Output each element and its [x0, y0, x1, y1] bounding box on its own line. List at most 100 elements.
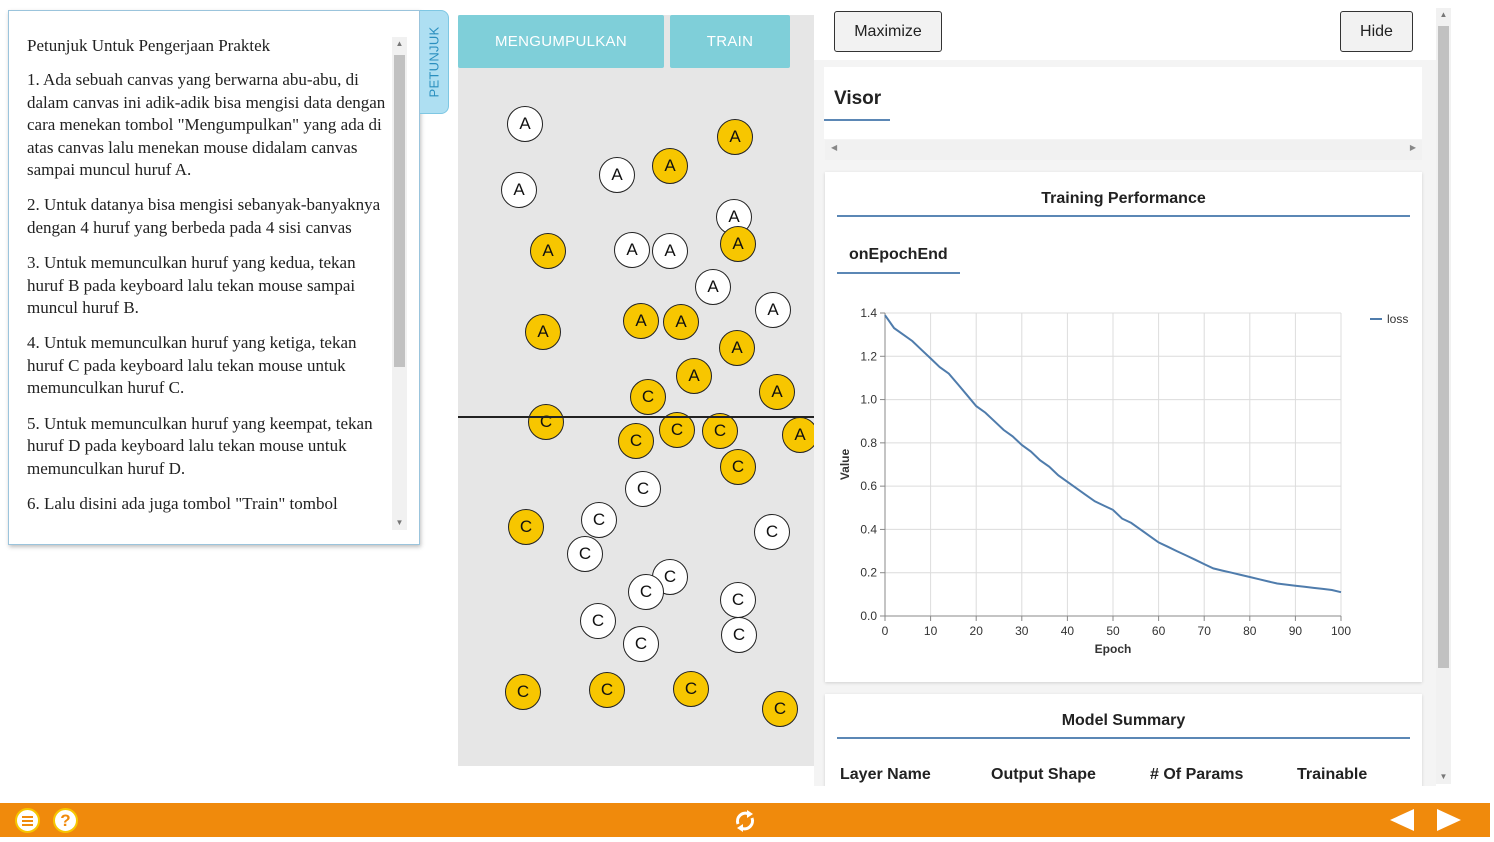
instructions-title: Petunjuk Untuk Pengerjaan Praktek — [27, 36, 271, 55]
scroll-up-icon[interactable]: ▲ — [392, 37, 407, 51]
data-point: C — [505, 674, 541, 710]
visor-toolbar: Maximize Hide — [814, 5, 1436, 60]
scrollbar-thumb[interactable] — [394, 55, 405, 367]
data-point: A — [755, 292, 791, 328]
scroll-left-icon[interactable]: ◀ — [831, 143, 837, 152]
instructions-text: Petunjuk Untuk Pengerjaan Praktek 1. Ada… — [27, 35, 389, 537]
data-point: C — [762, 691, 798, 727]
data-point: A — [652, 148, 688, 184]
maximize-button[interactable]: Maximize — [834, 11, 942, 52]
data-point: A — [782, 417, 814, 453]
data-point: C — [508, 509, 544, 545]
visor-panel: Maximize Hide Visor ◀ ▶ Training Perform… — [814, 5, 1436, 786]
training-card-title: Training Performance — [1041, 190, 1206, 207]
y-tick-label: 0.8 — [860, 436, 877, 450]
data-point: C — [618, 423, 654, 459]
scroll-down-icon[interactable]: ▼ — [1436, 770, 1451, 784]
loss-chart: 0 10 20 30 40 50 60 70 80 90 100 0.0 0.2 0.4 0.6 0.8 1.0… — [838, 306, 1408, 656]
instructions-panel: Petunjuk Untuk Pengerjaan Praktek 1. Ada… — [8, 10, 420, 545]
x-tick-label: 90 — [1289, 624, 1303, 638]
x-tick-label: 100 — [1331, 624, 1351, 638]
data-point: C — [581, 502, 617, 538]
card-title-rule — [837, 215, 1410, 217]
scroll-right-icon[interactable]: ▶ — [1410, 143, 1416, 152]
visor-tab-bar: Visor — [824, 67, 1422, 139]
y-tick-label: 1.0 — [860, 393, 877, 407]
data-point: C — [754, 514, 790, 550]
x-tick-label: 80 — [1243, 624, 1257, 638]
train-button[interactable]: TRAIN — [670, 15, 790, 68]
x-tick-label: 60 — [1152, 624, 1166, 638]
y-tick-label: 1.2 — [860, 349, 877, 363]
tab-onepochend[interactable]: onEpochEnd — [849, 246, 948, 264]
instruction-step: 1. Ada sebuah canvas yang berwarna abu-a… — [27, 70, 386, 180]
x-tick-label: 0 — [882, 624, 889, 638]
tab-visor[interactable]: Visor — [834, 88, 881, 110]
x-axis-label: Epoch — [1095, 642, 1132, 656]
help-button[interactable]: ? — [53, 808, 78, 833]
x-tick-label: 70 — [1198, 624, 1212, 638]
data-point: C — [721, 617, 757, 653]
x-tick-label: 40 — [1061, 624, 1075, 638]
x-tick-label: 10 — [924, 624, 938, 638]
scrollbar-thumb[interactable] — [1438, 26, 1449, 668]
data-point: C — [623, 626, 659, 662]
data-point: A — [501, 172, 537, 208]
instruction-step: 3. Untuk memunculkan huruf yang kedua, t… — [27, 253, 356, 318]
data-point: C — [625, 471, 661, 507]
help-icon: ? — [60, 810, 71, 830]
y-tick-label: 0.2 — [860, 566, 877, 580]
data-point: C — [528, 404, 564, 440]
data-point: A — [623, 303, 659, 339]
data-point: A — [695, 269, 731, 305]
data-point: C — [720, 449, 756, 485]
data-point: A — [720, 226, 756, 262]
column-header-trainable: Trainable — [1297, 766, 1368, 783]
menu-button[interactable] — [15, 808, 40, 833]
data-point: C — [702, 413, 738, 449]
data-point: A — [507, 106, 543, 142]
column-header-layer-name: Layer Name — [840, 766, 931, 783]
data-point: A — [652, 233, 688, 269]
card-title-rule — [837, 737, 1410, 739]
x-tick-label: 50 — [1106, 624, 1120, 638]
data-point: A — [676, 358, 712, 394]
hide-button[interactable]: Hide — [1340, 11, 1413, 52]
tab-onepochend-underline — [837, 272, 960, 274]
data-point: A — [599, 157, 635, 193]
collect-button[interactable]: MENGUMPULKAN — [458, 15, 664, 68]
instruction-step: 2. Untuk datanya bisa mengisi sebanyak-b… — [27, 195, 381, 237]
instruction-step: 4. Untuk memunculkan huruf yang ketiga, … — [27, 333, 357, 398]
instructions-scrollbar[interactable]: ▲ ▼ — [392, 37, 407, 530]
menu-icon — [22, 815, 33, 826]
data-point: A — [759, 374, 795, 410]
data-point: A — [530, 233, 566, 269]
scroll-down-icon[interactable]: ▼ — [392, 516, 407, 530]
reload-icon[interactable] — [732, 808, 758, 834]
data-point: C — [630, 379, 666, 415]
instructions-tab[interactable]: PETUNJUK — [420, 10, 449, 114]
x-tick-label: 20 — [970, 624, 984, 638]
data-point: C — [567, 536, 603, 572]
y-axis-label: Value — [838, 449, 852, 481]
y-tick-label: 0.6 — [860, 479, 877, 493]
column-header-output-shape: Output Shape — [991, 766, 1096, 783]
y-tick-label: 0.0 — [860, 609, 877, 623]
data-canvas[interactable]: AAAAAAAAAAAAAAAAAAACCCCCCCCCCCCCCCCCCCCC — [458, 15, 814, 766]
visor-vertical-scrollbar[interactable]: ▲ ▼ — [1436, 8, 1451, 784]
y-tick-label: 1.4 — [860, 306, 877, 320]
data-point: C — [589, 672, 625, 708]
legend-label: loss — [1387, 312, 1408, 326]
previous-arrow-icon[interactable] — [1388, 807, 1416, 833]
data-point: C — [720, 582, 756, 618]
x-tick-label: 30 — [1015, 624, 1029, 638]
instruction-step: 5. Untuk memunculkan huruf yang keempat,… — [27, 413, 373, 478]
data-point: A — [719, 330, 755, 366]
next-arrow-icon[interactable] — [1435, 807, 1463, 833]
canvas-divider-line — [458, 416, 814, 418]
data-point: C — [673, 671, 709, 707]
y-tick-label: 0.4 — [860, 522, 877, 536]
visor-horizontal-scrollbar[interactable]: ◀ ▶ — [825, 140, 1422, 160]
scroll-up-icon[interactable]: ▲ — [1436, 8, 1451, 22]
model-card-title: Model Summary — [1061, 712, 1186, 729]
